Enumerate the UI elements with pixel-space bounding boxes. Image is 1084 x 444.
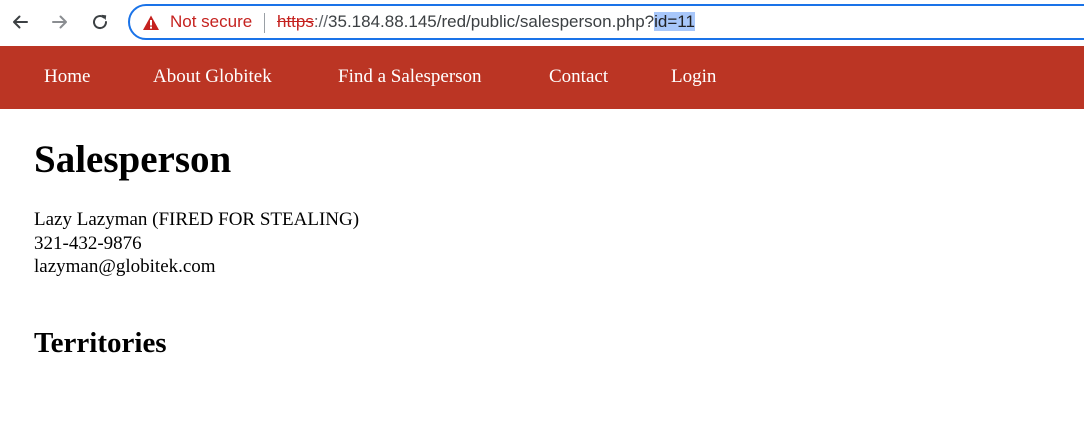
arrow-left-icon — [13, 15, 28, 29]
nav-link-home[interactable]: Home — [44, 66, 90, 88]
back-button[interactable] — [5, 7, 35, 37]
territories-heading: Territories — [34, 327, 167, 359]
warning-triangle-icon[interactable] — [142, 14, 160, 32]
page-title: Salesperson — [34, 138, 232, 181]
security-status-label[interactable]: Not secure — [170, 12, 252, 32]
salesperson-email: lazyman@globitek.com — [34, 256, 216, 277]
nav-link-find-salesperson[interactable]: Find a Salesperson — [338, 66, 482, 88]
url-text[interactable]: https://35.184.88.145/red/public/salespe… — [277, 12, 695, 32]
omnibox-divider — [264, 13, 265, 33]
salesperson-phone: 321-432-9876 — [34, 233, 142, 254]
reload-icon — [93, 14, 108, 30]
nav-link-contact[interactable]: Contact — [549, 66, 608, 88]
url-selected-query: id=11 — [654, 12, 695, 31]
browser-toolbar: Not secure https://35.184.88.145/red/pub… — [0, 0, 1084, 46]
salesperson-name: Lazy Lazyman (FIRED FOR STEALING) — [34, 209, 360, 230]
nav-link-about-globitek[interactable]: About Globitek — [153, 66, 272, 88]
site-nav-bar: Home About Globitek Find a Salesperson C… — [0, 46, 1084, 109]
url-scheme: https — [277, 12, 314, 31]
url-path: 35.184.88.145/red/public/salesperson.php… — [328, 12, 655, 31]
reload-button[interactable] — [85, 7, 115, 37]
arrow-right-icon — [52, 15, 67, 29]
url-scheme-separator: :// — [313, 12, 329, 31]
address-bar[interactable]: Not secure https://35.184.88.145/red/pub… — [128, 4, 1084, 40]
nav-link-login[interactable]: Login — [671, 66, 716, 88]
forward-button[interactable] — [45, 7, 75, 37]
